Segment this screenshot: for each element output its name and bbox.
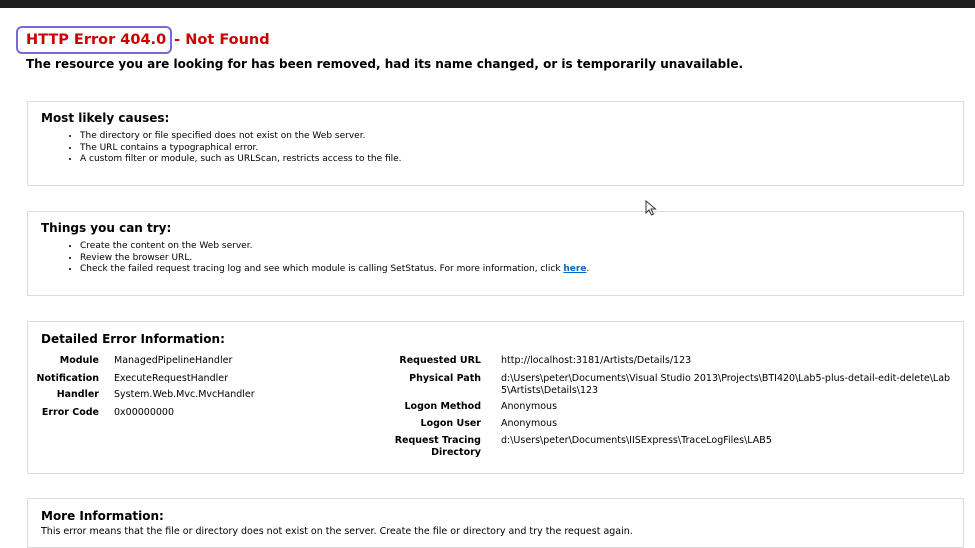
error-description: The resource you are looking for has bee… bbox=[26, 57, 744, 71]
most-likely-causes-section: Most likely causes: The directory or fil… bbox=[27, 101, 964, 186]
causes-heading: Most likely causes: bbox=[41, 111, 170, 125]
detail-row-error-code: Error Code 0x00000000 bbox=[9, 407, 174, 419]
more-information-text: This error means that the file or direct… bbox=[41, 526, 633, 537]
list-item: Check the failed request tracing log and… bbox=[80, 264, 950, 276]
error-code: HTTP Error 404.0 bbox=[26, 32, 167, 48]
things-you-can-try-section: Things you can try: Create the content o… bbox=[27, 211, 964, 296]
detail-row-handler: Handler System.Web.Mvc.MvcHandler bbox=[9, 389, 255, 401]
detail-row-module: Module ManagedPipelineHandler bbox=[9, 355, 233, 367]
detail-row-physical-path: Physical Path d:\Users\peter\Documents\V… bbox=[382, 373, 951, 396]
detail-value: d:\Users\peter\Documents\IISExpress\Trac… bbox=[501, 435, 772, 446]
detail-row-logon-user: Logon User Anonymous bbox=[382, 418, 558, 430]
detail-value: ManagedPipelineHandler bbox=[114, 355, 233, 366]
detail-value: Anonymous bbox=[501, 401, 558, 412]
detail-key: Module bbox=[59, 355, 99, 366]
detail-value: System.Web.Mvc.MvcHandler bbox=[114, 389, 255, 400]
detail-row-notification: Notification ExecuteRequestHandler bbox=[9, 373, 228, 385]
detail-row-logon-method: Logon Method Anonymous bbox=[382, 401, 557, 413]
detail-key: Requested URL bbox=[399, 355, 481, 366]
detail-key: Request Tracing Directory bbox=[394, 435, 481, 458]
detail-value: Anonymous bbox=[501, 418, 558, 429]
error-title-row: HTTP Error 404.0 - Not Found bbox=[16, 26, 270, 54]
detail-key: Logon User bbox=[420, 418, 481, 429]
here-link[interactable]: here bbox=[563, 264, 586, 274]
detail-row-requested-url: Requested URL http://localhost:3181/Arti… bbox=[382, 355, 691, 367]
list-item: The directory or file specified does not… bbox=[80, 131, 950, 143]
list-item: The URL contains a typographical error. bbox=[80, 143, 950, 155]
detail-key: Error Code bbox=[41, 407, 99, 418]
detail-value: d:\Users\peter\Documents\Visual Studio 2… bbox=[501, 373, 951, 396]
detail-value: http://localhost:3181/Artists/Details/12… bbox=[501, 355, 692, 366]
more-information-section: More Information: This error means that … bbox=[27, 498, 964, 548]
detailed-error-information-section: Detailed Error Information: Module Manag… bbox=[27, 321, 964, 474]
detail-heading: Detailed Error Information: bbox=[41, 332, 225, 346]
tracing-log-text: Check the failed request tracing log and… bbox=[80, 264, 564, 274]
try-heading: Things you can try: bbox=[41, 221, 172, 235]
error-name: - Not Found bbox=[174, 32, 270, 48]
mouse-pointer-icon bbox=[645, 200, 657, 216]
detail-row-request-tracing-directory: Request Tracing Directory d:\Users\peter… bbox=[382, 435, 772, 458]
detail-key: Notification bbox=[36, 373, 99, 384]
detail-value: ExecuteRequestHandler bbox=[114, 373, 228, 384]
detail-key: Handler bbox=[56, 389, 99, 400]
detail-value: 0x00000000 bbox=[114, 407, 175, 418]
more-heading: More Information: bbox=[41, 509, 164, 523]
list-item: Review the browser URL. bbox=[80, 253, 950, 265]
detail-key: Physical Path bbox=[409, 373, 481, 384]
error-code-highlight: HTTP Error 404.0 bbox=[16, 26, 173, 54]
list-item: Create the content on the Web server. bbox=[80, 241, 950, 253]
causes-list: The directory or file specified does not… bbox=[41, 131, 950, 166]
window-top-bar bbox=[0, 0, 975, 8]
try-list: Create the content on the Web server. Re… bbox=[41, 241, 950, 276]
period-text: . bbox=[586, 264, 590, 274]
list-item: A custom filter or module, such as URLSc… bbox=[80, 154, 950, 166]
detail-key: Logon Method bbox=[404, 401, 481, 412]
